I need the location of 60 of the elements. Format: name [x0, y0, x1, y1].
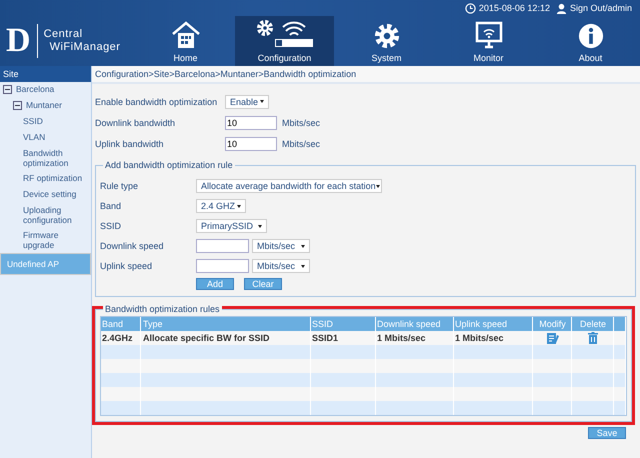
gear-icon	[374, 23, 400, 49]
collapse-icon[interactable]	[3, 85, 12, 94]
input-field[interactable]	[196, 239, 249, 253]
tree-item[interactable]: Firmware upgrade	[0, 228, 91, 253]
field-label: Uplink speed	[100, 261, 154, 271]
clock-icon	[464, 2, 476, 14]
trash-icon[interactable]	[588, 332, 598, 344]
fieldset-legend: Add bandwidth optimization rule	[103, 160, 235, 170]
nav-tab[interactable]: Monitor	[439, 16, 538, 66]
collapse-icon[interactable]	[13, 101, 22, 110]
dropdown[interactable]: 2.4 GHZ	[196, 199, 246, 213]
logo-letter: D	[6, 24, 38, 58]
caret-icon	[260, 100, 264, 103]
input-field[interactable]: 10	[225, 136, 277, 150]
nav-tab[interactable]: System	[337, 16, 436, 66]
caret-icon	[237, 204, 241, 208]
input-field[interactable]: 10	[225, 116, 277, 130]
monitor-icon	[474, 21, 502, 49]
caret-icon	[376, 184, 380, 188]
nav-tab[interactable]: Home	[136, 16, 235, 66]
field-label: SSID	[100, 221, 122, 231]
user-icon	[556, 2, 567, 14]
caret-icon	[301, 264, 305, 268]
caret-icon	[301, 244, 305, 248]
field-label: Rule type	[100, 181, 140, 191]
gear-router-icon	[254, 19, 314, 49]
breadcrumb: Configuration>Site>Barcelona>Muntaner>Bandwidth optimization	[92, 66, 640, 84]
field-label: Downlink speed	[100, 241, 165, 251]
unit-label: Mbits/sec	[282, 118, 320, 128]
nav-tab[interactable]: Configuration	[235, 16, 334, 66]
tree-item[interactable]: Device setting	[0, 187, 91, 203]
tree-item[interactable]: VLAN	[0, 130, 91, 146]
dropdown[interactable]: Enable	[225, 94, 269, 108]
edit-icon[interactable]	[546, 332, 558, 344]
tree-item[interactable]: Muntaner	[0, 98, 91, 114]
dropdown[interactable]: Allocate average bandwidth for each station	[196, 179, 382, 193]
house-icon	[170, 21, 200, 49]
tree-item[interactable]: SSID	[0, 114, 91, 130]
input-field[interactable]	[196, 259, 249, 273]
field-label: Uplink bandwidth	[95, 138, 165, 148]
tree-item[interactable]: RF optimization	[0, 171, 91, 187]
dropdown[interactable]: Mbits/sec	[252, 259, 310, 273]
logo-text: WiFiManager	[48, 41, 120, 54]
tree-item[interactable]: Uploading configuration	[0, 203, 91, 228]
dropdown[interactable]: Mbits/sec	[252, 239, 310, 253]
logo-text: Central	[44, 28, 84, 41]
caret-icon	[258, 224, 262, 228]
field-label: Enable bandwidth optimization	[95, 96, 218, 106]
date-time: 2015-08-06 12:12	[478, 3, 550, 13]
sidebar-title: Site	[0, 66, 91, 82]
field-label: Band	[100, 201, 122, 211]
fieldset-legend: Bandwidth optimization rules	[103, 304, 222, 314]
sign-out-link[interactable]: Sign Out/admin	[570, 3, 632, 13]
nav-tab[interactable]: About	[541, 16, 640, 66]
field-label: Downlink bandwidth	[95, 118, 176, 128]
dropdown[interactable]: PrimarySSID	[196, 219, 267, 233]
info-icon	[578, 23, 604, 49]
tree-item[interactable]: Bandwidth optimization	[0, 146, 91, 171]
tree-item[interactable]: Barcelona	[0, 82, 91, 98]
unit-label: Mbits/sec	[282, 138, 320, 148]
